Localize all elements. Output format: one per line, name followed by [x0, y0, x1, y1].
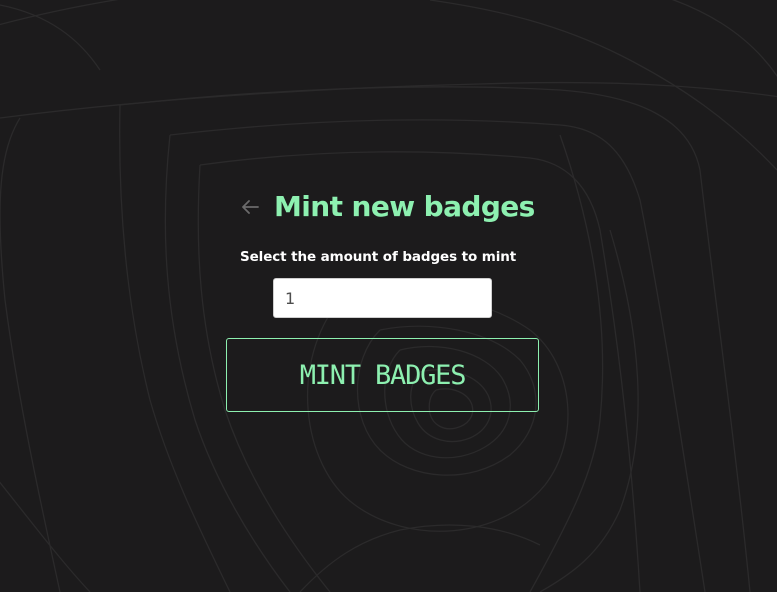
mint-badges-button[interactable]: MINT BADGES [226, 338, 539, 412]
amount-input[interactable] [273, 278, 492, 318]
page-header: Mint new badges [226, 190, 539, 224]
page-title: Mint new badges [274, 190, 535, 223]
amount-label: Select the amount of badges to mint [240, 249, 517, 265]
arrow-left-icon [242, 200, 259, 214]
back-button[interactable] [239, 196, 261, 218]
mint-badges-panel: Mint new badges Select the amount of bad… [226, 190, 539, 412]
